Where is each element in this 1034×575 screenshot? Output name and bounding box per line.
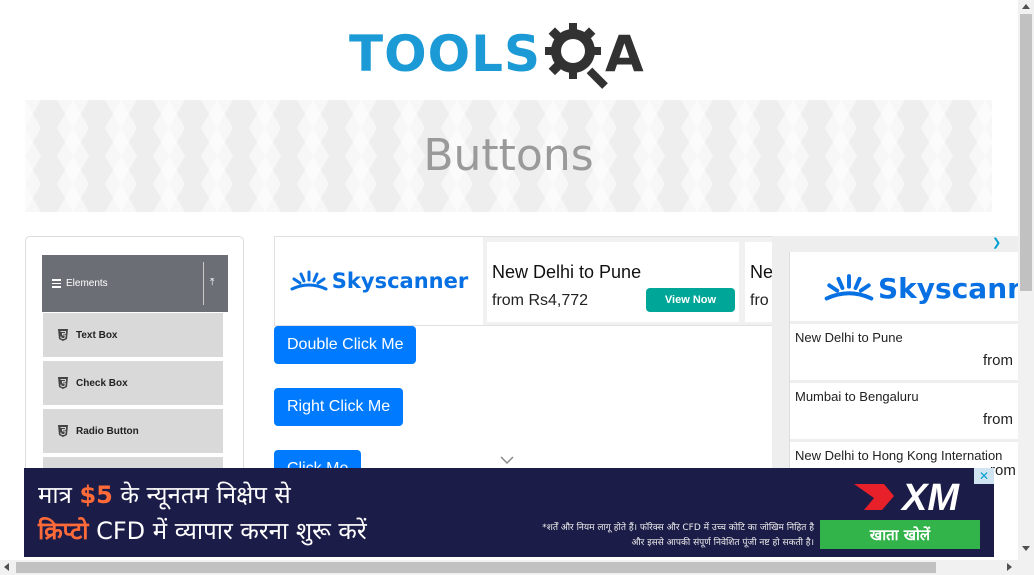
sidebar-item-radio-button[interactable]: Radio Button [42, 408, 224, 454]
html5-icon [58, 329, 68, 341]
sidebar-item-label: Text Box [76, 329, 118, 341]
skyscanner-logo: Skyscann [790, 252, 1018, 324]
hamburger-icon [52, 279, 61, 288]
html5-icon [58, 425, 68, 437]
html5-icon [58, 377, 68, 389]
skyscanner-logo: Skyscanner [275, 237, 483, 325]
side-ad-row[interactable]: New Delhi to Pune from [790, 321, 1018, 377]
scroll-up-icon[interactable] [1022, 4, 1030, 9]
scroll-left-icon[interactable] [4, 563, 9, 571]
sidebar-group-label: Elements [66, 278, 108, 289]
skyscanner-side-ad[interactable]: ❯ Skyscann New Delhi to Pune from Mumbai… [772, 236, 1018, 498]
scroll-right-icon[interactable] [1007, 563, 1012, 571]
ad-headline-1: मात्र $5 के न्यूनतम निक्षेप से [38, 481, 291, 509]
sunrise-icon [290, 270, 328, 291]
skyscanner-brand: Skyscann [878, 271, 1018, 305]
page-banner: Buttons [25, 100, 992, 212]
sidebar: Elements ⤒ Text Box Check Box Radio Butt… [25, 236, 244, 502]
skyscanner-inline-ad[interactable]: Skyscanner New Delhi to Pune from Rs4,77… [274, 236, 774, 326]
xm-logo: XM [854, 477, 960, 516]
sidebar-item-text-box[interactable]: Text Box [42, 312, 224, 358]
logo-letter: A [605, 25, 644, 83]
xm-bottom-ad[interactable]: मात्र $5 के न्यूनतम निक्षेप से क्रिप्टो … [24, 468, 994, 557]
divider [203, 262, 204, 305]
open-account-button[interactable]: खाता खोलें [820, 520, 980, 549]
page: TOOLS A Buttons Elements ⤒ Text Box Chec… [0, 0, 1034, 575]
skyscanner-brand: Skyscanner [331, 269, 469, 293]
scroll-down-icon[interactable] [1022, 546, 1030, 551]
side-ad-route: Mumbai to Bengaluru [795, 389, 919, 404]
scrollbar-thumb[interactable] [1020, 14, 1032, 291]
flight-offer-card[interactable]: New Delhi to Pune from Rs4,772 View Now [487, 242, 739, 322]
logo-text: TOOLS [349, 25, 541, 83]
ad-close-icon[interactable]: ❯ [992, 236, 1002, 249]
gear-magnifier-icon [545, 23, 608, 89]
offer-route: New Delhi to Pune [492, 262, 642, 282]
offer-price: from Rs4,772 [492, 292, 589, 309]
offer-price: fro [750, 292, 769, 309]
collapse-arrow-icon[interactable]: ⤒ [210, 277, 214, 288]
vertical-scrollbar[interactable] [1018, 0, 1034, 560]
right-click-button[interactable]: Right Click Me [274, 388, 404, 426]
sidebar-item-label: Check Box [76, 377, 128, 389]
page-title: Buttons [423, 130, 594, 181]
side-ad-from: from [983, 352, 1013, 369]
scrollbar-thumb[interactable] [16, 562, 936, 573]
double-click-button[interactable]: Double Click Me [274, 326, 417, 364]
sidebar-group-elements[interactable]: Elements ⤒ [42, 255, 228, 312]
ad-close-icon[interactable]: ✕ [974, 468, 994, 484]
ad-headline-2: क्रिप्टो CFD में व्यापार करना शुरू करें [38, 517, 367, 545]
chevron-down-icon[interactable] [500, 455, 514, 465]
ad-disclaimer: *शर्तें और नियम लागू होते हैं। फॉरेक्स औ… [542, 523, 814, 548]
flight-offer-card-2[interactable]: Ne fro [745, 242, 774, 322]
toolsqa-logo[interactable]: TOOLS A [349, 16, 644, 92]
horizontal-scrollbar[interactable] [0, 560, 1034, 575]
side-ad-route: New Delhi to Pune [795, 330, 903, 345]
xm-brand: XM [900, 477, 960, 516]
side-ad-from: from [983, 411, 1013, 428]
sunrise-icon [824, 274, 874, 301]
side-ad-card[interactable]: Skyscann New Delhi to Pune from Mumbai t… [789, 252, 1018, 498]
side-ad-route: New Delhi to Hong Kong Internation [795, 448, 1003, 463]
side-ad-row[interactable]: Mumbai to Bengaluru from [790, 380, 1018, 436]
view-now-button[interactable]: View Now [646, 288, 735, 312]
sidebar-item-check-box[interactable]: Check Box [42, 360, 224, 406]
offer-route: Ne [750, 262, 774, 282]
sidebar-item-label: Radio Button [76, 425, 139, 437]
